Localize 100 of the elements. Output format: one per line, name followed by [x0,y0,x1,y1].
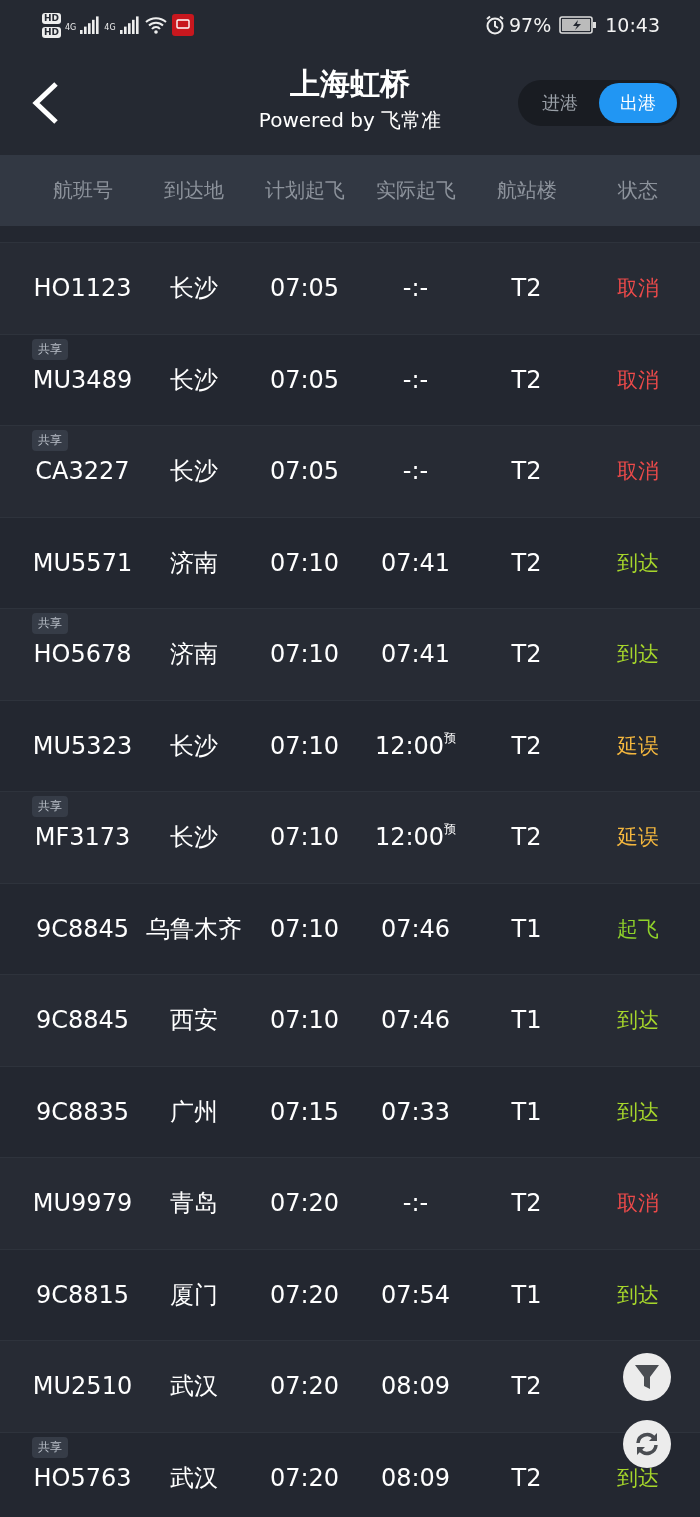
destination: 长沙 [169,364,218,396]
powered-by-text: Powered by 飞常准 [258,107,442,134]
planned-time: 07:20 [269,1372,340,1401]
column-header[interactable]: 到达地 [163,177,224,204]
column-header[interactable]: 计划起飞 [264,177,345,204]
flight-status: 延误 [616,824,659,852]
terminal: T2 [511,274,542,303]
airport-title: 上海虹桥 [290,65,410,103]
terminal: T1 [511,1280,542,1309]
actual-time: 07:41 [380,548,451,577]
destination: 长沙 [169,822,218,854]
flight-number: MU5571 [32,548,133,577]
column-header[interactable]: 状态 [617,177,658,204]
planned-time: 07:05 [269,274,340,303]
terminal: T1 [511,1006,542,1035]
flight-number: HO5763 [33,1463,132,1492]
planned-time: 07:20 [269,1189,340,1218]
destination: 济南 [169,547,218,579]
terminal: T2 [511,457,542,486]
back-icon[interactable] [30,80,60,125]
codeshare-tag: 共享 [32,430,68,451]
flight-status: 到达 [616,549,659,577]
actual-time: 07:54 [380,1280,451,1309]
flight-number: 9C8845 [35,914,130,943]
column-header[interactable]: 航站楼 [496,177,557,204]
flight-status: 到达 [616,1098,659,1126]
flight-number: MU2510 [32,1372,133,1401]
flight-status: 取消 [616,458,659,486]
flight-number: 9C8815 [35,1280,130,1309]
terminal: T2 [511,1189,542,1218]
planned-time: 07:20 [269,1280,340,1309]
codeshare-tag: 共享 [32,338,68,360]
planned-time: 07:15 [269,1097,340,1126]
terminal: T2 [511,1463,542,1492]
flight-status: 到达 [616,1464,659,1492]
refresh-icon [633,1430,661,1458]
flight-status: 延误 [616,732,659,760]
destination: 济南 [169,639,218,671]
actual-time: -:- [402,457,429,486]
flight-status: 取消 [616,275,659,303]
terminal: T1 [511,914,542,943]
destination: 武汉 [169,1462,218,1494]
filter-icon [634,1363,660,1391]
destination: 青岛 [169,1188,218,1220]
actual-time: -:- [402,1189,429,1218]
flight-number: MU9979 [32,1189,133,1218]
flight-number: 9C8845 [35,1006,130,1035]
terminal: T2 [511,548,542,577]
hd-badge: HD [42,26,61,38]
destination: 长沙 [169,273,218,305]
network-label: 4G [104,22,116,32]
flight-status: 到达 [616,641,659,669]
flight-status: 到达 [616,1007,659,1035]
hd-badge: HD [42,12,61,24]
planned-time: 07:20 [269,1463,340,1492]
flight-status: 起飞 [616,915,659,943]
actual-time: 07:33 [380,1097,451,1126]
actual-time: -:- [402,365,429,394]
terminal: T2 [511,365,542,394]
app-icon [171,14,194,36]
codeshare-tag: 共享 [32,613,68,634]
column-header[interactable]: 实际起飞 [375,177,456,204]
battery-percentage: 97% [509,14,552,36]
destination: 广州 [169,1096,218,1128]
terminal: T1 [511,1097,542,1126]
flight-number: 9C8835 [35,1097,130,1126]
destination: 长沙 [169,456,218,488]
actual-time: 07:46 [380,914,451,943]
direction-tab[interactable]: 进港 [521,82,599,123]
flight-status: 取消 [616,366,659,394]
flight-number: MU5323 [32,731,133,760]
flight-number: HO5678 [33,640,132,669]
planned-time: 07:10 [269,731,340,760]
planned-time: 07:10 [269,823,340,852]
wifi-icon [143,16,168,34]
column-header[interactable]: 航班号 [52,177,113,204]
actual-time: 12:00$^{预}$ [374,731,457,760]
destination: 乌鲁木齐 [145,913,242,945]
codeshare-tag: 共享 [32,796,68,817]
signal-icon [80,16,101,34]
actual-time: 07:41 [380,640,451,669]
flight-status: 取消 [616,1190,659,1218]
planned-time: 07:05 [269,457,340,486]
planned-time: 07:10 [269,640,340,669]
planned-time: 07:10 [269,548,340,577]
planned-time: 07:05 [269,365,340,394]
signal-icon [119,16,140,34]
clock: 10:43 [605,14,660,36]
planned-time: 07:10 [269,1006,340,1035]
terminal: T2 [511,1372,542,1401]
actual-time: 07:46 [380,1006,451,1035]
planned-time: 07:10 [269,914,340,943]
actual-time: 12:00$^{预}$ [374,823,457,852]
codeshare-tag: 共享 [32,1436,68,1458]
flight-status: 到达 [616,1281,659,1309]
network-label: 4G [65,22,77,32]
flight-number: MF3173 [34,823,131,852]
battery-icon [559,16,598,34]
destination: 厦门 [169,1279,218,1311]
destination: 武汉 [169,1371,218,1403]
